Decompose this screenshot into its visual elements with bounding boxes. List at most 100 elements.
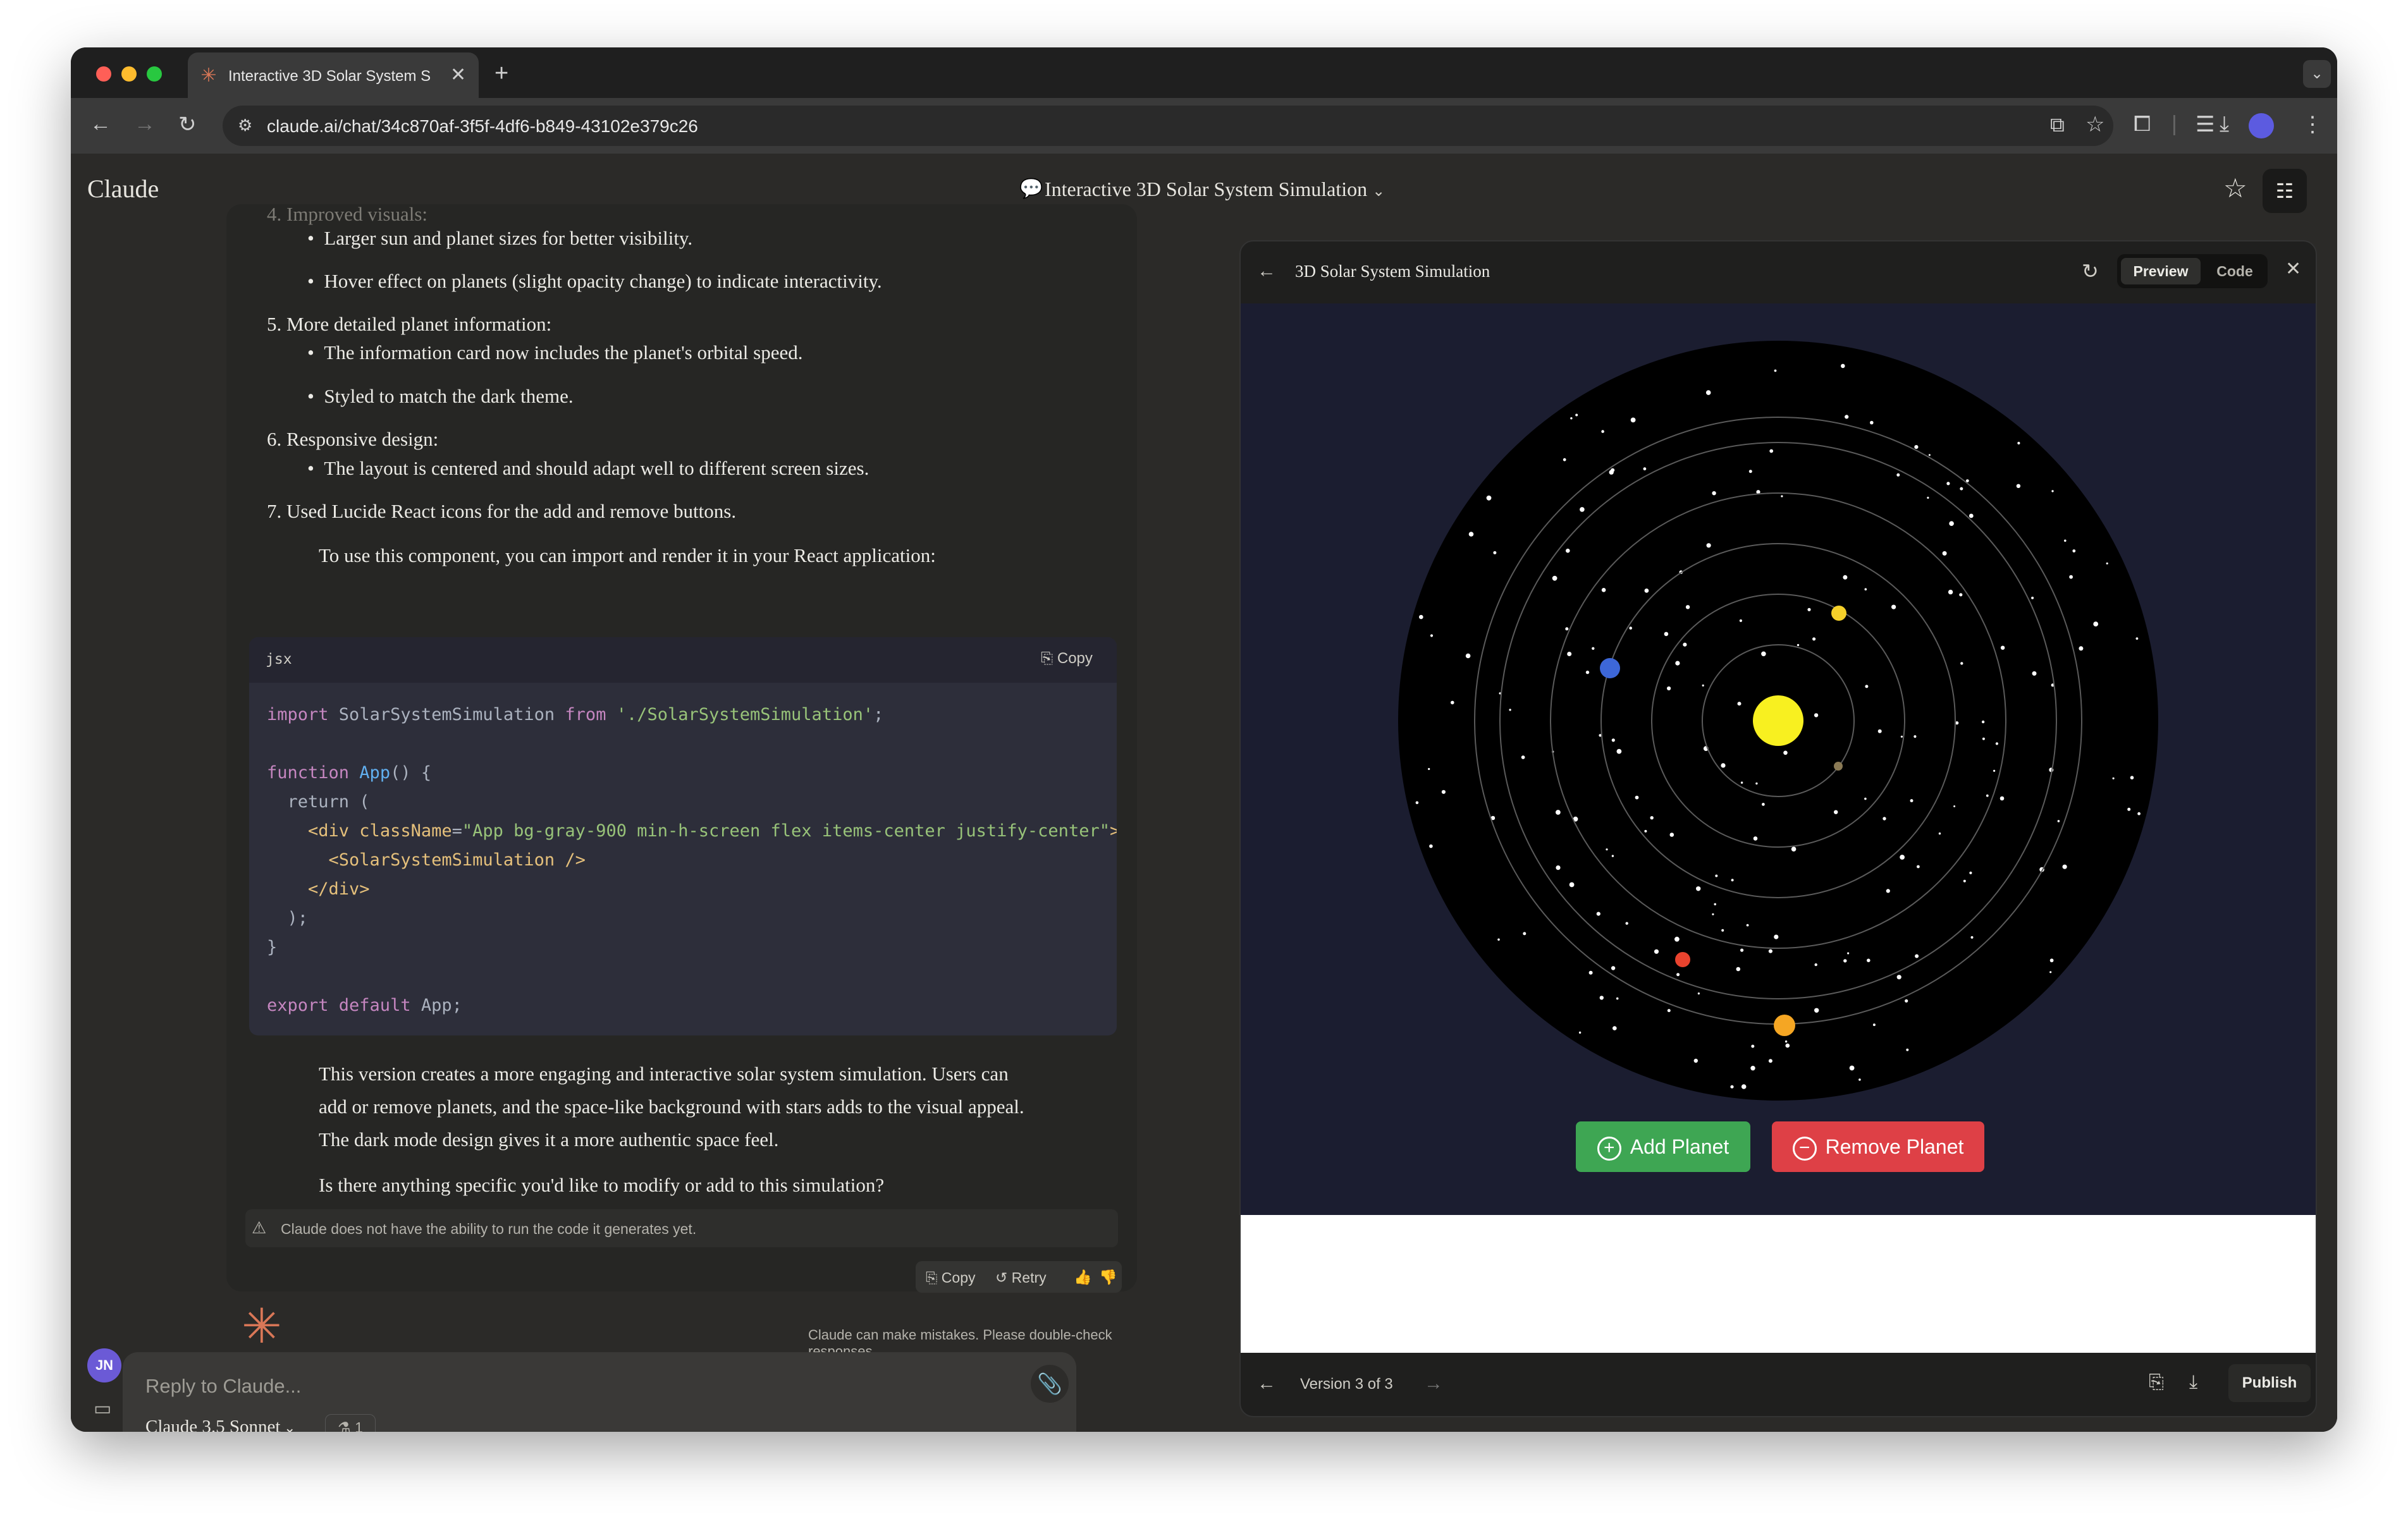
bookmark-star-icon[interactable]: ☆ [2086,112,2104,137]
star [1592,647,1595,650]
planet[interactable] [1774,1015,1795,1036]
conversation-title[interactable]: Interactive 3D Solar System Simulation ⌄ [1045,178,1385,201]
code-token: ); [267,908,309,928]
star [1721,763,1726,768]
code-line: ); [267,904,1117,933]
code-token: <div [267,821,350,841]
star [1606,848,1608,851]
project-count-badge[interactable]: ⚗ 1 [325,1414,376,1432]
sliders-settings-icon[interactable]: ☷ [2263,169,2307,213]
star [1914,735,1917,738]
previous-version-arrow-icon[interactable]: ← [1257,1373,1276,1395]
sun[interactable] [1753,695,1803,746]
code-line: <div className="App bg-gray-900 min-h-sc… [267,817,1117,846]
browser-menu-icon[interactable]: ⋮ [2302,112,2323,137]
bullet-icon: • [307,341,324,363]
sidebar-toggle-icon[interactable]: ▭ [94,1398,111,1420]
closing-line: The dark mode design gives it a more aut… [319,1128,779,1151]
copy-button[interactable]: ⎘ Copy [926,1269,976,1286]
planet[interactable] [1831,606,1846,621]
star [1650,816,1654,820]
thumbs-up-icon[interactable]: 👍 [1074,1269,1092,1286]
solar-system-svg [1398,341,2158,1101]
star [1616,748,1622,754]
remove-planet-button[interactable]: − Remove Planet [1772,1121,1984,1172]
code-token: './SolarSystemSimulation' [606,705,874,724]
star [1946,482,1950,485]
star [1552,575,1557,581]
star [1741,1084,1747,1089]
user-avatar[interactable]: JN [87,1348,121,1383]
reading-list-icon[interactable]: ☰ [2196,112,2214,137]
model-selector[interactable]: Claude 3.5 Sonnet ⌄ [145,1417,295,1432]
thumbs-down-icon[interactable]: 👎 [1099,1269,1117,1286]
paperclip-icon[interactable]: 📎 [1031,1365,1069,1403]
star [1812,637,1816,641]
star [1953,805,1956,807]
star [1751,1044,1755,1048]
remove-planet-label: Remove Planet [1825,1135,1964,1158]
star [1959,593,1963,597]
retry-button[interactable]: ↺ Retry [995,1269,1047,1286]
planet[interactable] [1600,658,1620,678]
artifact-panel: ← 3D Solar System Simulation ↻ Preview C… [1239,240,2317,1417]
url-text[interactable]: claude.ai/chat/34c870af-3f5f-4df6-b849-4… [267,116,698,137]
minimize-window-button[interactable] [121,66,137,82]
star [1611,855,1614,857]
publish-button[interactable]: Publish [2228,1364,2311,1402]
star [1910,799,1914,803]
conversation-title-text: Interactive 3D Solar System Simulation [1045,178,1368,200]
star [1970,936,1974,939]
copy-label: Copy [941,1269,976,1286]
planet[interactable] [1834,762,1843,771]
add-planet-button[interactable]: + Add Planet [1576,1121,1750,1172]
refresh-icon[interactable]: ↻ [2082,259,2099,283]
back-arrow-icon[interactable]: ← [1257,260,1276,282]
download-icon[interactable]: ⤓ [2220,112,2229,137]
back-arrow-icon[interactable]: ← [90,112,111,137]
address-bar[interactable]: ⚙ claude.ai/chat/34c870af-3f5f-4df6-b849… [223,106,2113,146]
star [1807,607,1811,611]
cast-icon[interactable]: ⧉ [2050,113,2065,137]
star [1864,797,1867,800]
planet[interactable] [1675,952,1690,967]
download-icon[interactable]: ⤓ [2189,1372,2197,1393]
star [1768,949,1772,953]
star [1428,767,1430,771]
tab-close-icon[interactable]: ✕ [450,64,466,86]
new-tab-icon[interactable]: + [494,60,508,87]
maximize-window-button[interactable] [147,66,162,82]
reply-input[interactable]: Reply to Claude... [145,1375,301,1398]
extensions-icon[interactable]: ⧠ [2134,112,2151,137]
star [1674,936,1680,942]
code-token: className [349,821,452,841]
close-window-button[interactable] [96,66,111,82]
clipboard-icon: ⎘ [926,1269,942,1286]
browser-tab[interactable]: ✳ Interactive 3D Solar System S ✕ [188,52,479,98]
code-copy-button[interactable]: ⎘ Copy [1041,650,1093,668]
flask-icon: ⚗ [338,1419,355,1432]
profile-avatar[interactable] [2249,113,2274,138]
star [2049,958,2054,963]
site-settings-icon[interactable]: ⚙ [238,116,252,135]
tab-preview[interactable]: Preview [2121,258,2201,284]
close-icon[interactable]: ✕ [2285,258,2301,280]
reload-icon[interactable]: ↻ [178,112,197,137]
chat-area: 4. Improved visuals: • Larger sun and pl… [226,204,1137,1432]
code-content: import SolarSystemSimulation from './Sol… [267,700,1117,1020]
star [1797,644,1800,647]
claude-logo[interactable]: Claude [87,174,159,204]
tab-code[interactable]: Code [2206,258,2264,284]
forward-arrow-icon[interactable]: → [134,112,156,137]
list-item: • The layout is centered and should adap… [307,457,869,480]
star-conversation-icon[interactable]: ☆ [2223,173,2247,204]
star [1601,430,1604,433]
clipboard-icon[interactable]: ⎘ [2149,1372,2164,1393]
star [1609,470,1614,475]
next-version-arrow-icon[interactable]: → [1424,1373,1443,1395]
list-item-text: Hover effect on planets (slight opacity … [324,270,882,292]
star [1774,934,1779,939]
code-language: jsx [266,651,292,668]
star [1896,473,1900,477]
tab-search-chevron-icon[interactable]: ⌄ [2303,60,2331,88]
